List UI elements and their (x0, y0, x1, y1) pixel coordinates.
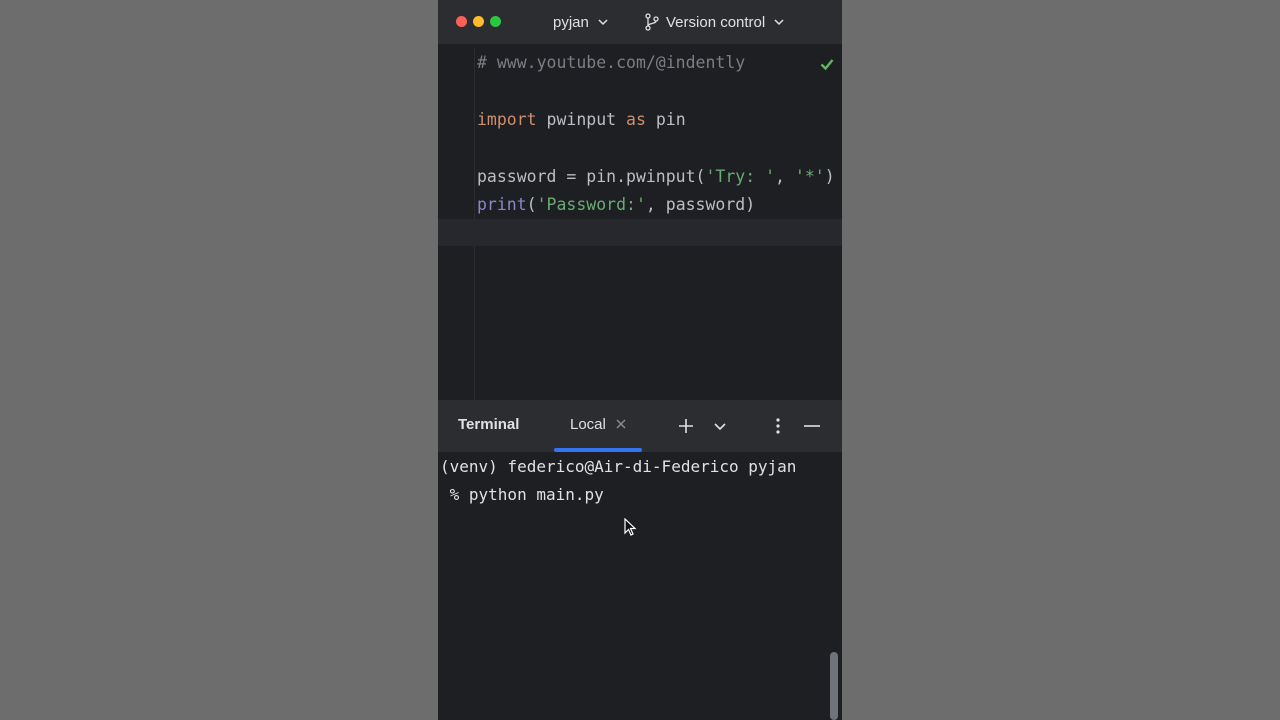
tab-local[interactable]: Local (554, 400, 642, 452)
background-left (0, 0, 438, 720)
close-icon[interactable] (614, 417, 628, 431)
more-vertical-icon[interactable] (768, 416, 788, 436)
project-name: pyjan (553, 13, 589, 31)
terminal-prompt-line[interactable]: (venv) federico@Air-di-Federico pyjan (440, 453, 796, 481)
minimize-icon[interactable] (802, 416, 822, 436)
title-bar: pyjan Version control (438, 0, 842, 44)
terminal-scrollbar[interactable] (830, 652, 838, 720)
terminal-panel: Terminal Local (venv) federico@Air-di-Fe… (438, 400, 842, 720)
code-line-import: import pwinput as pin (477, 110, 686, 129)
active-tab-indicator (554, 448, 642, 452)
version-control-selector[interactable]: Version control (644, 12, 785, 32)
code-line-print: print('Password:', password) (477, 195, 756, 214)
minimize-window-button[interactable] (473, 16, 484, 27)
branch-icon (645, 13, 659, 31)
tab-local-label: Local (570, 416, 606, 433)
chevron-down-icon (774, 19, 784, 26)
terminal-title: Terminal (458, 416, 520, 433)
code-editor[interactable]: # www.youtube.com/@indently import pwinp… (438, 48, 842, 400)
terminal-header: Terminal Local (438, 400, 842, 452)
vcs-label: Version control (666, 13, 766, 31)
mouse-pointer-icon (624, 518, 637, 536)
check-icon[interactable] (820, 57, 834, 71)
plus-icon[interactable] (676, 416, 696, 436)
current-line-highlight (438, 219, 842, 246)
project-selector[interactable]: pyjan (553, 12, 609, 32)
code-line-password: password = pin.pwinput('Try: ', '*') (477, 167, 835, 186)
zoom-window-button[interactable] (490, 16, 501, 27)
chevron-down-icon (598, 19, 608, 26)
background-right (842, 0, 1280, 720)
code-line-comment: # www.youtube.com/@indently (477, 53, 746, 72)
chevron-down-icon[interactable] (710, 416, 730, 436)
close-window-button[interactable] (456, 16, 467, 27)
ide-window: pyjan Version control # www.youtube.com/… (438, 0, 842, 720)
terminal-command-line[interactable]: % python main.py (440, 481, 604, 509)
